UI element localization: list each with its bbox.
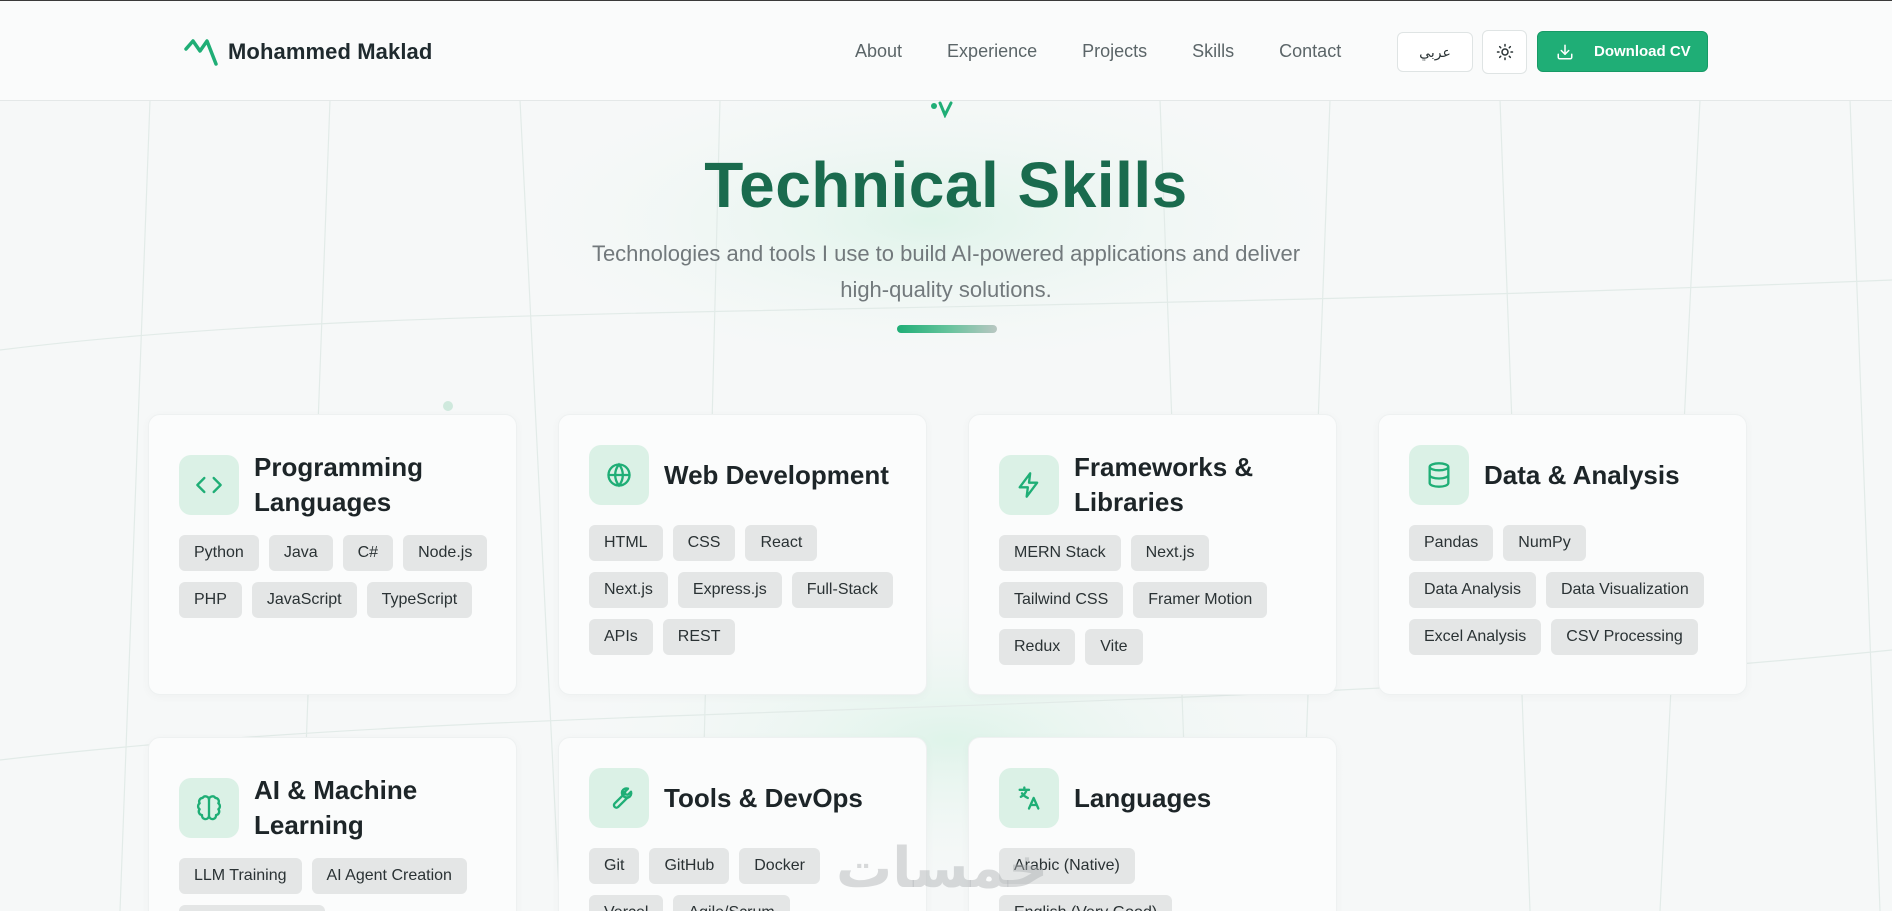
skill-chip: MERN Stack	[999, 535, 1121, 571]
card-header: Programming Languages	[179, 450, 423, 520]
skill-card-web-development: Web Development HTML CSS React Next.js E…	[558, 414, 927, 695]
skill-chip-list: Pandas NumPy Data Analysis Data Visualiz…	[1409, 525, 1729, 666]
card-title-line: Languages	[254, 487, 392, 517]
card-title: Web Development	[664, 459, 889, 490]
skill-chip	[179, 905, 325, 911]
skill-chip: Next.js	[589, 572, 668, 608]
watermark: خمسات	[836, 836, 1049, 901]
nav-link-experience[interactable]: Experience	[947, 41, 1037, 62]
skill-chip: Node.js	[403, 535, 488, 571]
brand[interactable]: Mohammed Maklad	[184, 36, 432, 68]
skill-chip: NumPy	[1503, 525, 1586, 561]
card-header: Languages	[999, 768, 1211, 828]
card-title: Languages	[1074, 782, 1212, 813]
skill-chip: Java	[268, 535, 333, 571]
section-mark-icon	[931, 101, 953, 118]
section-title: Technical Skills	[704, 149, 1188, 221]
skill-card-programming-languages: Programming Languages Python Java C# Nod…	[148, 414, 517, 695]
card-title: Data & Analysis	[1484, 459, 1680, 490]
skill-chip: Pandas	[1409, 525, 1494, 561]
brain-icon	[179, 778, 239, 838]
skill-card-data-analysis: Data & Analysis Pandas NumPy Data Analys…	[1378, 414, 1747, 695]
nav-link-skills[interactable]: Skills	[1192, 41, 1234, 62]
skill-chip: Data Analysis	[1409, 572, 1536, 608]
card-title: Programming Languages	[254, 450, 423, 520]
skill-chip: Git	[589, 848, 640, 884]
skill-card-ai-machine-learning: AI & Machine Learning LLM Training AI Ag…	[148, 737, 517, 911]
card-header: AI & Machine Learning	[179, 773, 417, 843]
nav-link-about[interactable]: About	[855, 41, 902, 62]
window-top-border	[0, 0, 1892, 1]
skill-chip-list: MERN Stack Next.js Tailwind CSS Framer M…	[999, 535, 1319, 676]
skill-chip: Full-Stack	[791, 572, 893, 608]
navbar: Mohammed Maklad About Experience Project…	[0, 1, 1892, 101]
skill-chip: CSV Processing	[1551, 619, 1698, 655]
skill-chip: Vercel	[589, 895, 664, 911]
download-icon	[1557, 44, 1573, 59]
brand-logo-icon	[184, 39, 218, 66]
theme-toggle-button[interactable]	[1482, 30, 1527, 74]
code-icon	[179, 455, 239, 515]
skill-chip: LLM Training	[179, 858, 302, 894]
card-title-line: Learning	[254, 810, 364, 840]
database-icon	[1409, 445, 1469, 505]
download-cv-button[interactable]: Download CV	[1537, 31, 1708, 72]
section-title-underline	[897, 325, 997, 333]
card-title-line: Programming	[254, 452, 424, 482]
skill-chip: Excel Analysis	[1409, 619, 1542, 655]
skill-chip: Agile/Scrum	[673, 895, 790, 911]
section-subtitle-line: high-quality solutions.	[840, 277, 1052, 302]
skill-chip: TypeScript	[366, 582, 473, 618]
skill-card-frameworks-libraries: Frameworks & Libraries MERN Stack Next.j…	[968, 414, 1337, 695]
skill-chip: Python	[179, 535, 259, 571]
card-header: Frameworks & Libraries	[999, 450, 1253, 520]
nav-links: About Experience Projects Skills Contact	[855, 41, 1341, 62]
nav-link-projects[interactable]: Projects	[1082, 41, 1147, 62]
skill-chip: React	[745, 525, 818, 561]
card-title-line: Libraries	[1074, 487, 1184, 517]
card-title-line: Frameworks &	[1074, 452, 1254, 482]
card-title: AI & Machine Learning	[254, 773, 417, 843]
card-title-line: AI & Machine	[254, 775, 418, 805]
skill-chip: C#	[342, 535, 394, 571]
skill-chip: GitHub	[649, 848, 730, 884]
skill-chip: Data Visualization	[1545, 572, 1704, 608]
card-header: Data & Analysis	[1409, 445, 1680, 505]
skill-chip: AI Agent Creation	[311, 858, 467, 894]
skill-chip: Redux	[999, 629, 1076, 665]
skill-chip: Express.js	[677, 572, 782, 608]
skill-chip: PHP	[179, 582, 242, 618]
skill-chip: HTML	[589, 525, 663, 561]
brand-name: Mohammed Maklad	[228, 39, 433, 64]
skill-chip-list: Python Java C# Node.js PHP JavaScript Ty…	[179, 535, 499, 629]
skill-chip: Tailwind CSS	[999, 582, 1124, 618]
skill-chip: REST	[662, 619, 736, 655]
globe-icon	[589, 445, 649, 505]
skill-chip: CSS	[672, 525, 736, 561]
download-cv-label: Download CV	[1594, 43, 1691, 60]
section-subtitle-line: Technologies and tools I use to build AI…	[591, 241, 1301, 266]
lightning-icon	[999, 455, 1059, 515]
section-subtitle: Technologies and tools I use to build AI…	[546, 236, 1346, 308]
card-header: Web Development	[589, 445, 889, 505]
skill-chip: Docker	[739, 848, 820, 884]
sun-icon	[1496, 43, 1513, 61]
card-header: Tools & DevOps	[589, 768, 863, 828]
skill-chip: APIs	[589, 619, 653, 655]
card-title: Tools & DevOps	[664, 782, 863, 813]
language-toggle-button[interactable]: عربي	[1397, 32, 1473, 72]
card-title: Frameworks & Libraries	[1074, 450, 1253, 520]
skill-chip: Vite	[1085, 629, 1143, 665]
skill-chip: Framer Motion	[1133, 582, 1268, 618]
translate-icon	[999, 768, 1059, 828]
skill-chip-list: HTML CSS React Next.js Express.js Full-S…	[589, 525, 909, 666]
wrench-icon	[589, 768, 649, 828]
skill-chip-list: LLM Training AI Agent Creation	[179, 858, 499, 911]
nav-link-contact[interactable]: Contact	[1279, 41, 1341, 62]
skill-chip: JavaScript	[251, 582, 357, 618]
skill-chip: Next.js	[1130, 535, 1210, 571]
